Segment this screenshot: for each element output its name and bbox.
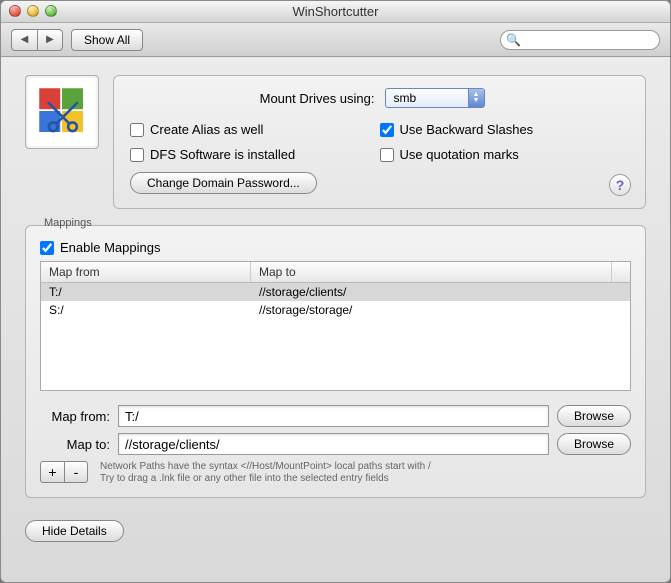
winshortcutter-icon	[34, 83, 90, 142]
toolbar: ◀ ▶ Show All 🔍	[1, 23, 670, 57]
enable-mappings-label: Enable Mappings	[60, 240, 160, 255]
window-title: WinShortcutter	[293, 4, 379, 19]
popup-arrows-icon: ▲▼	[468, 89, 484, 107]
zoom-icon[interactable]	[45, 5, 57, 17]
add-mapping-button[interactable]: +	[40, 461, 64, 483]
cell-from: S:/	[41, 302, 251, 318]
quotation-checkbox[interactable]	[380, 148, 394, 162]
backward-slashes-label: Use Backward Slashes	[400, 122, 534, 137]
create-alias-label: Create Alias as well	[150, 122, 263, 137]
search-field-wrap: 🔍	[500, 30, 660, 50]
browse-from-button[interactable]: Browse	[557, 405, 631, 427]
preferences-window: WinShortcutter ◀ ▶ Show All 🔍	[0, 0, 671, 583]
mappings-group-title: Mappings	[40, 217, 96, 229]
mappings-table: Map from Map to T:/ //storage/clients/ S…	[40, 261, 631, 391]
close-icon[interactable]	[9, 5, 21, 17]
mount-drives-label: Mount Drives using:	[130, 91, 385, 106]
cell-to: //storage/clients/	[251, 284, 630, 300]
col-map-from[interactable]: Map from	[41, 262, 251, 282]
traffic-lights	[9, 5, 57, 17]
dfs-label: DFS Software is installed	[150, 147, 295, 162]
col-spacer	[612, 262, 630, 282]
mappings-group: Mappings Enable Mappings Map from Map to…	[25, 225, 646, 498]
search-icon: 🔍	[506, 33, 521, 47]
change-domain-password-button[interactable]: Change Domain Password...	[130, 172, 317, 194]
map-from-label: Map from:	[40, 409, 110, 424]
help-button[interactable]: ?	[609, 174, 631, 196]
upper-panel: Mount Drives using: smb ▲▼ Create Alias …	[113, 75, 646, 209]
mount-protocol-value: smb	[394, 91, 417, 105]
mount-protocol-popup[interactable]: smb ▲▼	[385, 88, 485, 108]
forward-button[interactable]: ▶	[37, 29, 63, 51]
col-map-to[interactable]: Map to	[251, 262, 612, 282]
search-input[interactable]	[500, 30, 660, 50]
dfs-checkbox[interactable]	[130, 148, 144, 162]
cell-to: //storage/storage/	[251, 302, 630, 318]
add-remove-segment: + -	[40, 461, 88, 483]
cell-from: T:/	[41, 284, 251, 300]
hide-details-button[interactable]: Hide Details	[25, 520, 124, 542]
map-to-label: Map to:	[40, 437, 110, 452]
enable-mappings-checkbox[interactable]	[40, 241, 54, 255]
table-body[interactable]: T:/ //storage/clients/ S:/ //storage/sto…	[41, 283, 630, 390]
minimize-icon[interactable]	[27, 5, 39, 17]
create-alias-checkbox[interactable]	[130, 123, 144, 137]
table-row[interactable]: S:/ //storage/storage/	[41, 301, 630, 319]
map-from-input[interactable]	[118, 405, 549, 427]
remove-mapping-button[interactable]: -	[64, 461, 88, 483]
browse-to-button[interactable]: Browse	[557, 433, 631, 455]
app-icon-well	[25, 75, 99, 149]
show-all-button[interactable]: Show All	[71, 29, 143, 51]
back-button[interactable]: ◀	[11, 29, 37, 51]
titlebar: WinShortcutter	[1, 1, 670, 23]
map-to-input[interactable]	[118, 433, 549, 455]
quotation-label: Use quotation marks	[400, 147, 519, 162]
table-row[interactable]: T:/ //storage/clients/	[41, 283, 630, 301]
backward-slashes-checkbox[interactable]	[380, 123, 394, 137]
nav-back-forward: ◀ ▶	[11, 29, 63, 51]
table-header: Map from Map to	[41, 262, 630, 283]
hint-text: Network Paths have the syntax <//Host/Mo…	[100, 461, 431, 485]
